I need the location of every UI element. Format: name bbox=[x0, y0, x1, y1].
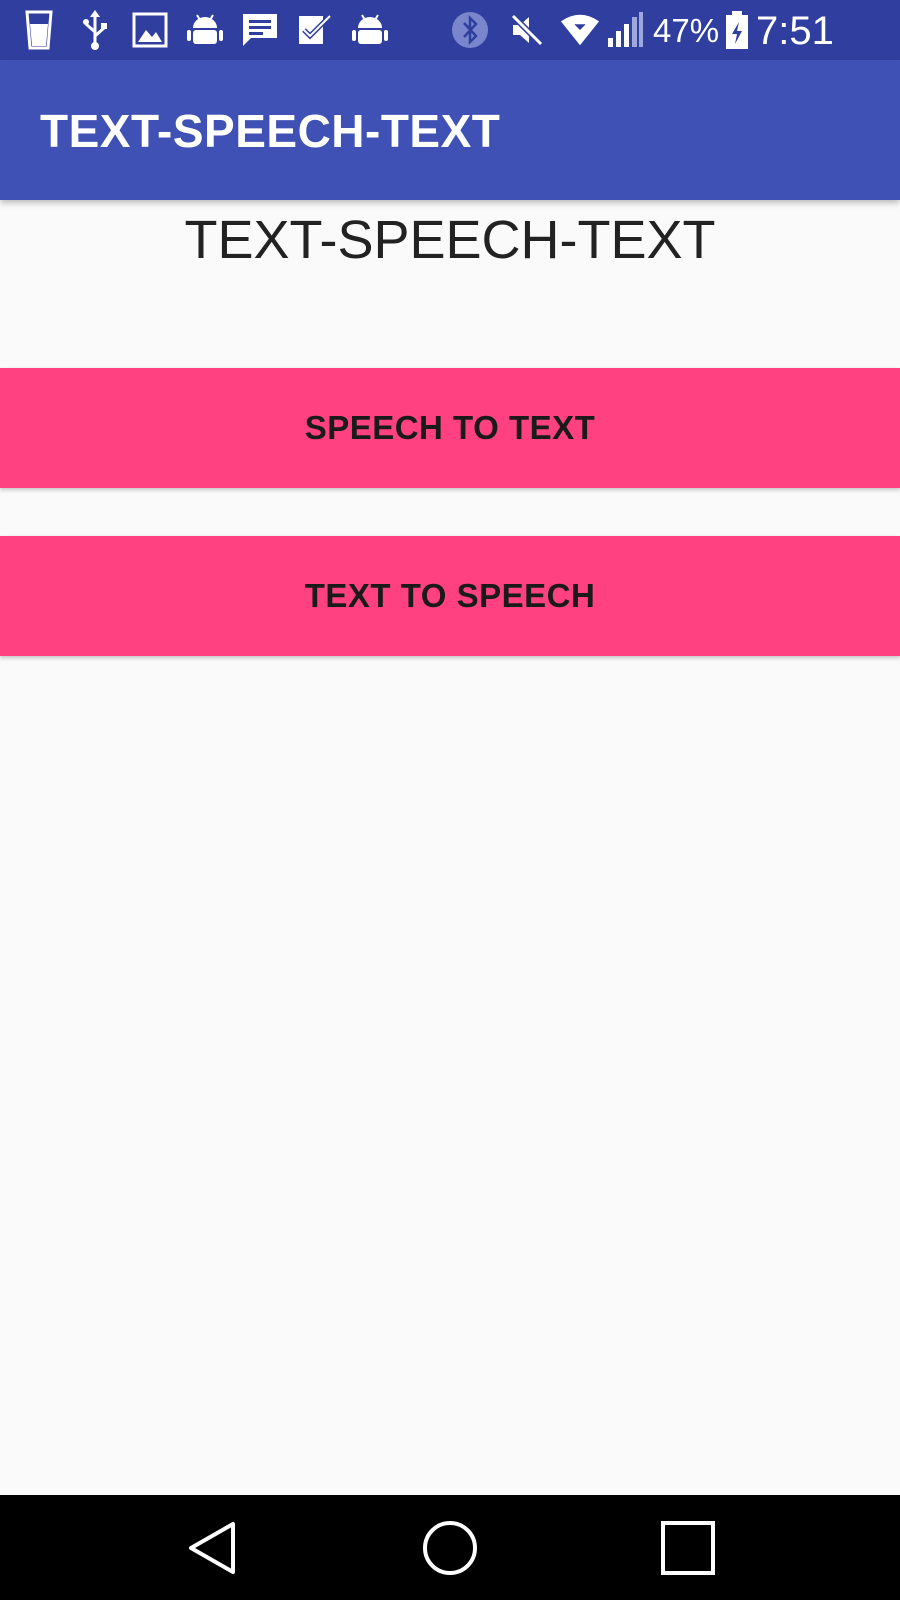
navigation-bar bbox=[0, 1495, 900, 1600]
message-icon bbox=[240, 10, 280, 50]
wifi-icon bbox=[560, 10, 600, 50]
home-button[interactable] bbox=[390, 1495, 510, 1600]
cup-icon bbox=[19, 10, 59, 50]
signal-icon bbox=[605, 10, 645, 50]
page-heading: TEXT-SPEECH-TEXT bbox=[184, 210, 716, 270]
check-icon bbox=[295, 10, 335, 50]
bluetooth-icon bbox=[450, 10, 490, 50]
recents-icon bbox=[661, 1520, 715, 1575]
app-bar: TEXT-SPEECH-TEXT bbox=[0, 60, 900, 200]
clock: 7:51 PM bbox=[756, 9, 834, 115]
status-bar: 47% 7:51 PM bbox=[0, 0, 900, 115]
mute-icon bbox=[507, 10, 547, 50]
usb-icon bbox=[75, 10, 115, 50]
speech-to-text-button[interactable]: SPEECH TO TEXT bbox=[0, 368, 900, 488]
recents-button[interactable] bbox=[628, 1495, 748, 1600]
screen: 47% 7:51 PM TEXT-SPEECH-TEXT TEXT-SPEECH… bbox=[0, 0, 900, 1600]
image-icon bbox=[130, 10, 170, 50]
battery-percent: 47% bbox=[653, 12, 720, 49]
android-icon bbox=[350, 10, 390, 50]
home-icon bbox=[423, 1520, 477, 1575]
battery-icon bbox=[717, 10, 757, 50]
android-icon bbox=[185, 10, 225, 50]
app-bar-title: TEXT-SPEECH-TEXT bbox=[40, 105, 501, 157]
back-button[interactable] bbox=[153, 1495, 273, 1600]
back-icon bbox=[189, 1521, 235, 1574]
text-to-speech-button[interactable]: TEXT TO SPEECH bbox=[0, 536, 900, 656]
